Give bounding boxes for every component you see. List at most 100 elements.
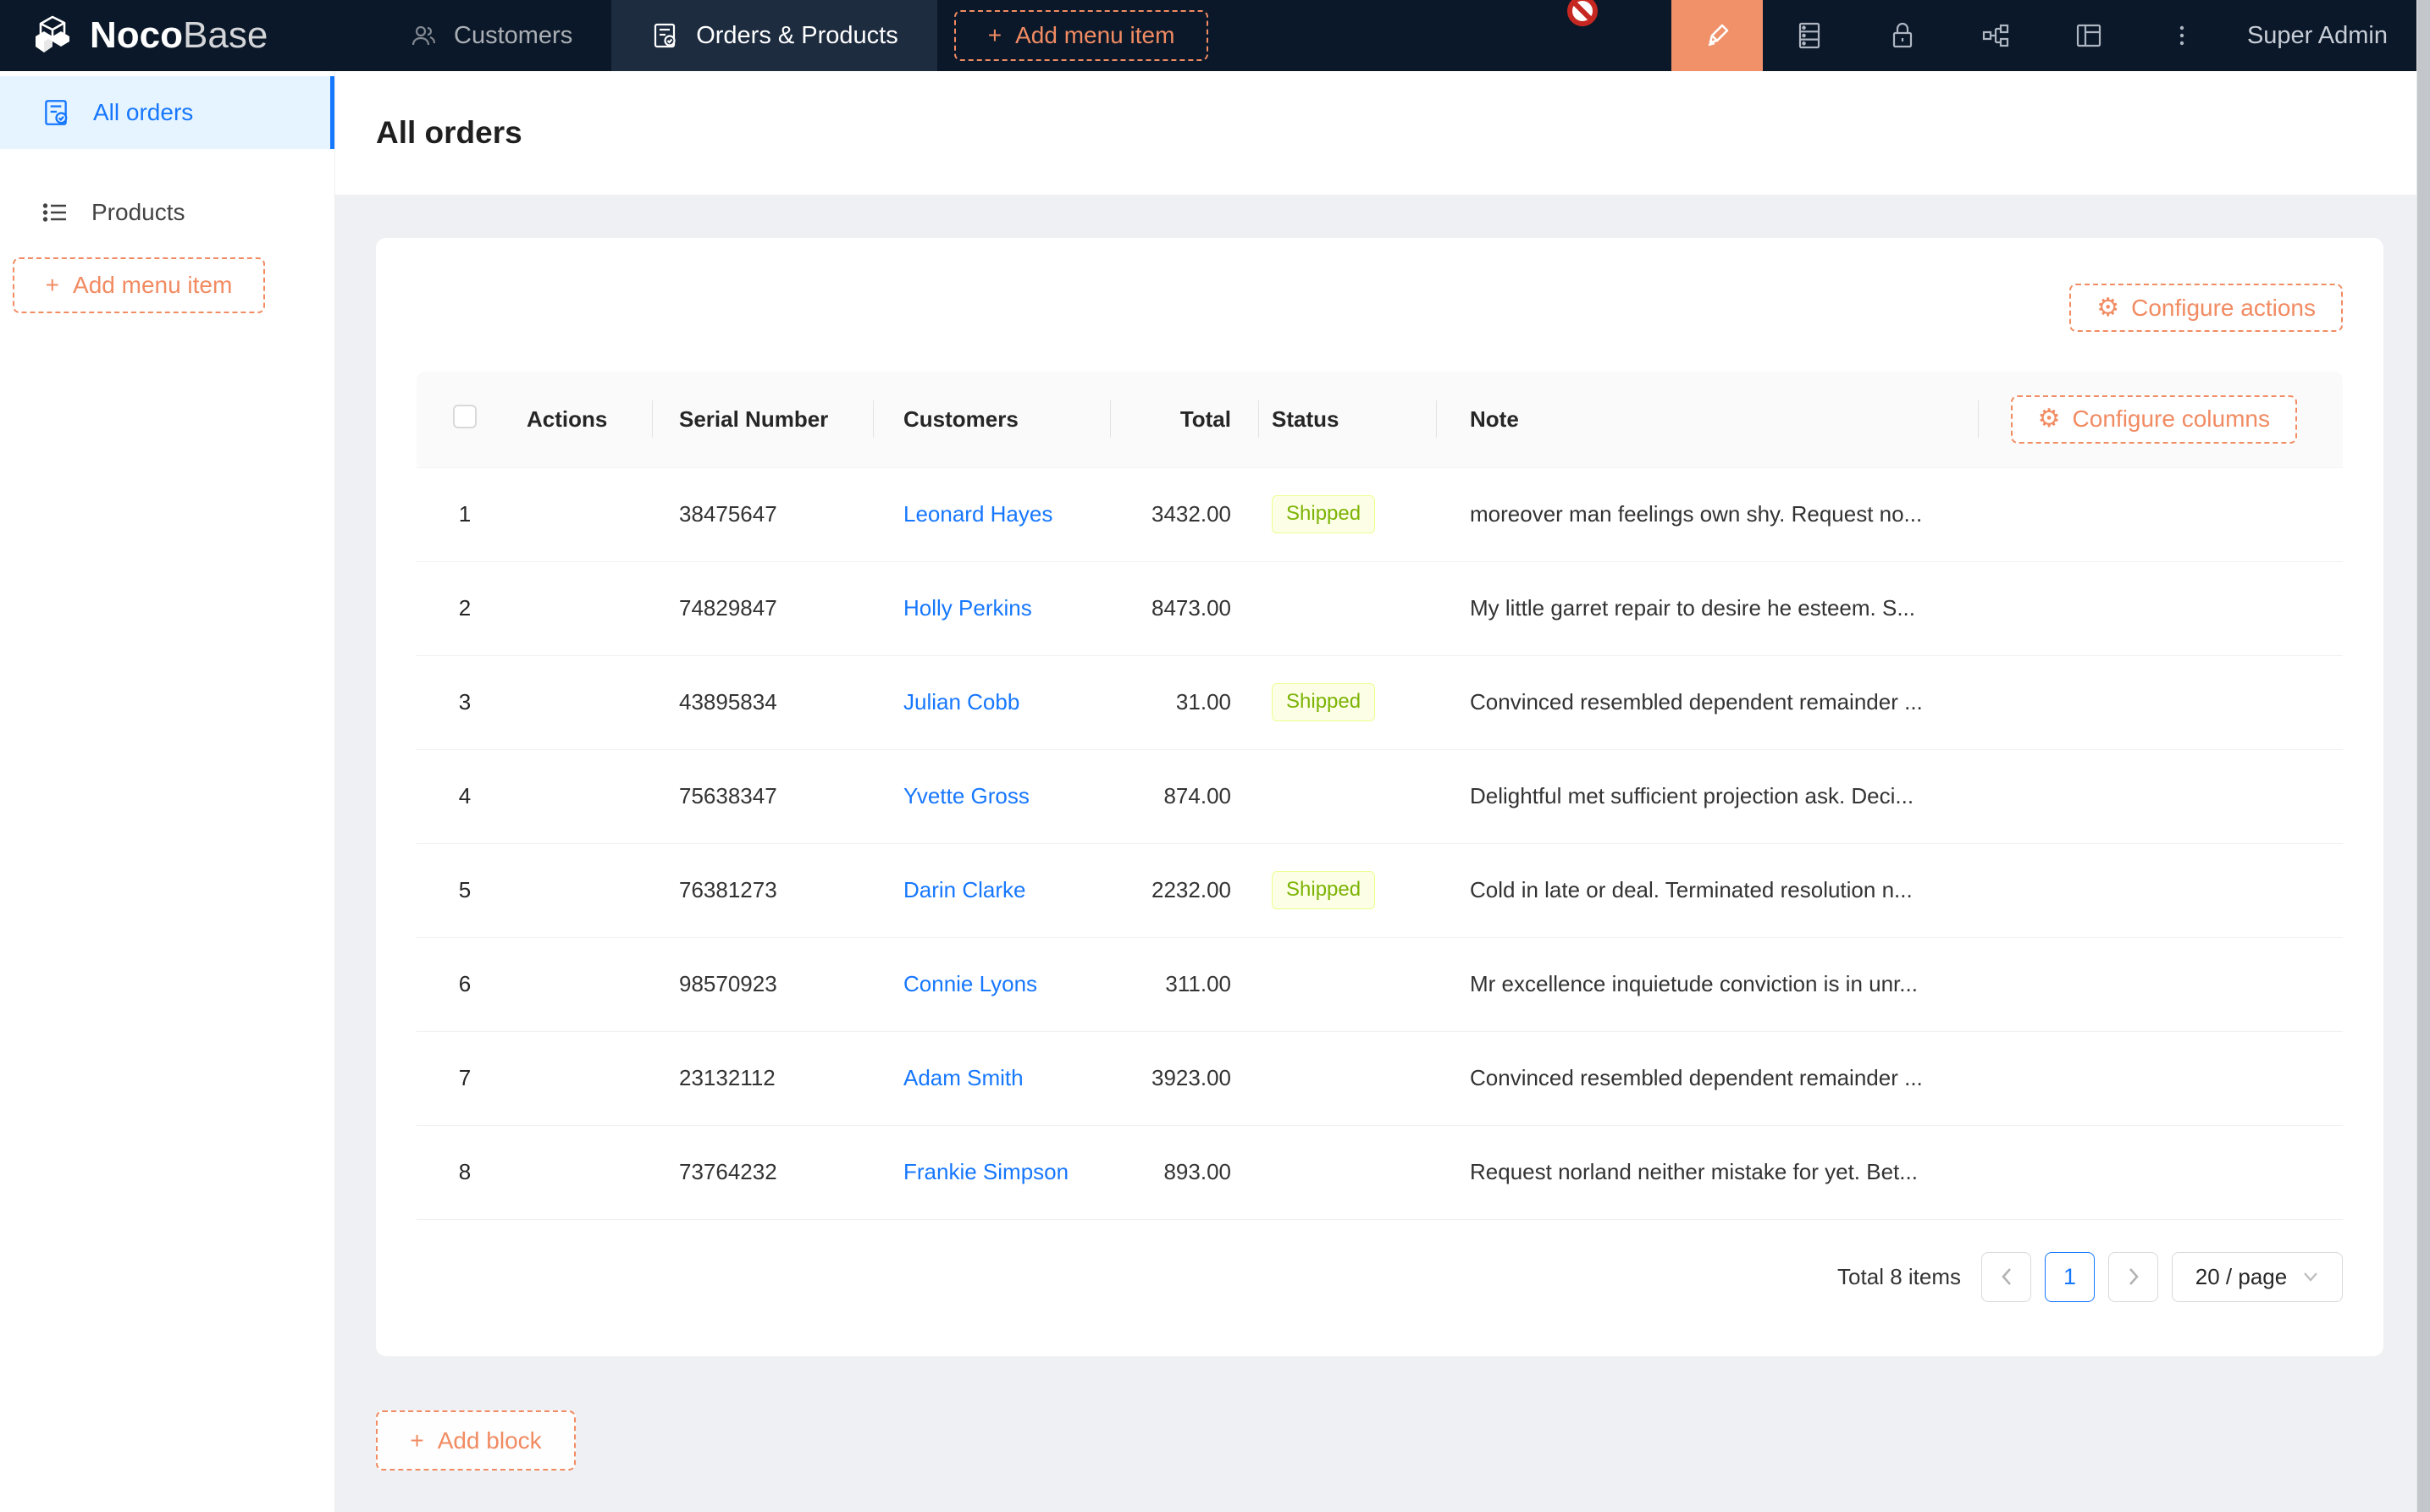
row-note-cell: Delightful met sufficient projection ask… — [1436, 749, 1978, 843]
nav-tab-customers[interactable]: Customers — [371, 0, 611, 71]
unordered-list-icon — [41, 198, 69, 227]
row-status-cell — [1258, 561, 1436, 655]
ellipsis-icon — [2178, 19, 2186, 52]
column-header-actions[interactable]: Actions — [513, 372, 652, 467]
row-extra-cell — [1978, 1031, 2343, 1125]
column-header-status[interactable]: Status — [1258, 372, 1436, 467]
nocobase-logo-icon — [32, 13, 78, 58]
nav-tab-label: Orders & Products — [696, 22, 898, 50]
row-actions-cell — [513, 937, 652, 1031]
row-serial-cell: 73764232 — [652, 1125, 873, 1219]
row-actions-cell — [513, 561, 652, 655]
customer-link[interactable]: Connie Lyons — [903, 971, 1037, 996]
configure-columns-button[interactable]: ⚙ Configure columns — [2011, 395, 2297, 444]
select-all-checkbox[interactable] — [453, 405, 477, 428]
permissions-button[interactable] — [1856, 0, 1949, 71]
row-actions-cell — [513, 1125, 652, 1219]
row-actions-cell — [513, 655, 652, 749]
page-header: All orders — [335, 71, 2416, 195]
row-customer-cell: Darin Clarke — [873, 843, 1110, 937]
team-icon — [410, 22, 437, 49]
main-menu: Customers Orders & Products — [371, 0, 937, 71]
column-header-total[interactable]: Total — [1110, 372, 1258, 467]
customer-link[interactable]: Darin Clarke — [903, 877, 1026, 902]
table-actions-bar: ⚙ Configure actions — [417, 238, 2343, 332]
status-badge: Shipped — [1272, 871, 1375, 908]
nav-tab-orders-products[interactable]: Orders & Products — [611, 0, 937, 71]
table-row[interactable]: 8 73764232 Frankie Simpson 893.00 Reques… — [417, 1125, 2343, 1219]
page-size-select[interactable]: 20 / page — [2172, 1252, 2343, 1302]
row-serial-cell: 76381273 — [652, 843, 873, 937]
pagination-prev-button[interactable] — [1981, 1252, 2031, 1302]
column-header-serial-number[interactable]: Serial Number — [652, 372, 873, 467]
row-extra-cell — [1978, 561, 2343, 655]
pagination-total: Total 8 items — [1837, 1264, 1961, 1290]
sidebar-item-label: Products — [91, 199, 185, 226]
row-extra-cell — [1978, 1125, 2343, 1219]
table-row[interactable]: 1 38475647 Leonard Hayes 3432.00 Shipped… — [417, 467, 2343, 561]
order-check-icon — [650, 21, 679, 50]
row-index-cell: 7 — [417, 1031, 513, 1125]
row-status-cell — [1258, 937, 1436, 1031]
row-extra-cell — [1978, 655, 2343, 749]
row-customer-cell: Holly Perkins — [873, 561, 1110, 655]
add-menu-item-button-nav[interactable]: + Add menu item — [954, 10, 1209, 61]
row-total-cell: 2232.00 — [1110, 843, 1258, 937]
row-total-cell: 8473.00 — [1110, 561, 1258, 655]
row-index-cell: 4 — [417, 749, 513, 843]
database-settings-button[interactable] — [1763, 0, 1856, 71]
customer-link[interactable]: Adam Smith — [903, 1065, 1024, 1090]
row-total-cell: 893.00 — [1110, 1125, 1258, 1219]
row-actions-cell — [513, 1031, 652, 1125]
configure-columns-header: ⚙ Configure columns — [1978, 372, 2343, 467]
customer-link[interactable]: Frankie Simpson — [903, 1159, 1069, 1184]
sidebar-item-products[interactable]: Products — [0, 176, 334, 249]
table-row[interactable]: 7 23132112 Adam Smith 3923.00 Convinced … — [417, 1031, 2343, 1125]
sidebar-item-label: All orders — [93, 99, 193, 126]
table-row[interactable]: 2 74829847 Holly Perkins 8473.00 My litt… — [417, 561, 2343, 655]
row-customer-cell: Frankie Simpson — [873, 1125, 1110, 1219]
row-total-cell: 31.00 — [1110, 655, 1258, 749]
table-row[interactable]: 5 76381273 Darin Clarke 2232.00 Shipped … — [417, 843, 2343, 937]
orders-table-block: ⚙ Configure actions Actions Serial Numbe… — [376, 238, 2383, 1356]
row-actions-cell — [513, 467, 652, 561]
row-note-cell: My little garret repair to desire he est… — [1436, 561, 1978, 655]
customer-link[interactable]: Leonard Hayes — [903, 501, 1052, 527]
row-note-cell: moreover man feelings own shy. Request n… — [1436, 467, 1978, 561]
row-total-cell: 311.00 — [1110, 937, 1258, 1031]
add-block-button[interactable]: + Add block — [376, 1410, 576, 1471]
table-row[interactable]: 3 43895834 Julian Cobb 31.00 Shipped Con… — [417, 655, 2343, 749]
sidebar-item-all-orders[interactable]: All orders — [0, 76, 334, 149]
navbar-right-actions: Super Admin — [1671, 0, 2416, 71]
column-header-note[interactable]: Note — [1436, 372, 1978, 467]
plus-icon: + — [410, 1427, 423, 1454]
vertical-scrollbar[interactable] — [2416, 0, 2430, 1512]
chevron-left-icon — [2000, 1266, 2013, 1287]
layout-button[interactable] — [2042, 0, 2135, 71]
add-menu-item-button-sidebar[interactable]: + Add menu item — [13, 257, 265, 313]
row-index-cell: 2 — [417, 561, 513, 655]
pagination-next-button[interactable] — [2108, 1252, 2158, 1302]
page-content: ⚙ Configure actions Actions Serial Numbe… — [335, 195, 2416, 1512]
column-header-customers[interactable]: Customers — [873, 372, 1110, 467]
row-status-cell: Shipped — [1258, 467, 1436, 561]
table-row[interactable]: 6 98570923 Connie Lyons 311.00 Mr excell… — [417, 937, 2343, 1031]
logo-text: NocoBase — [90, 14, 268, 57]
table-row[interactable]: 4 75638347 Yvette Gross 874.00 Delightfu… — [417, 749, 2343, 843]
customer-link[interactable]: Holly Perkins — [903, 595, 1032, 621]
customer-link[interactable]: Yvette Gross — [903, 783, 1030, 808]
customer-link[interactable]: Julian Cobb — [903, 689, 1019, 715]
configure-actions-button[interactable]: ⚙ Configure actions — [2069, 284, 2343, 332]
row-serial-cell: 43895834 — [652, 655, 873, 749]
user-menu[interactable]: Super Admin — [2228, 0, 2416, 71]
logo[interactable]: NocoBase — [0, 0, 335, 71]
pagination-page-1[interactable]: 1 — [2045, 1252, 2095, 1302]
workflow-button[interactable] — [1949, 0, 2042, 71]
top-navbar: NocoBase Customers — [0, 0, 2416, 71]
plus-icon: + — [988, 22, 1002, 49]
row-customer-cell: Yvette Gross — [873, 749, 1110, 843]
more-options-button[interactable] — [2135, 0, 2228, 71]
ui-editor-button[interactable] — [1671, 0, 1763, 71]
row-note-cell: Convinced resembled dependent remainder … — [1436, 655, 1978, 749]
row-index-cell: 1 — [417, 467, 513, 561]
